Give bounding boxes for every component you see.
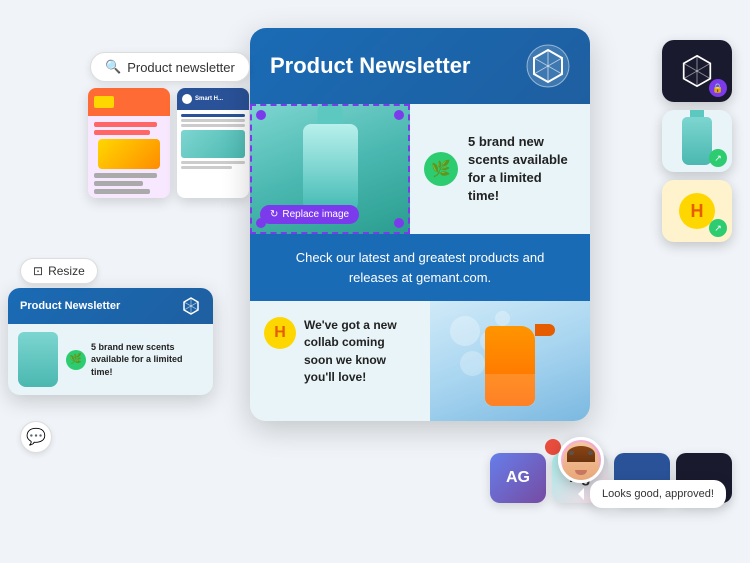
replace-image-button[interactable]: ↻ Replace image: [260, 205, 359, 224]
resize-label: Resize: [48, 264, 85, 278]
section2-copy: Check our latest and greatest products a…: [296, 250, 545, 285]
corner-handle-tl[interactable]: [256, 110, 266, 120]
share-badge: ↗: [709, 149, 727, 167]
search-bar[interactable]: 🔍 Product newsletter: [90, 52, 250, 82]
comment-text: Looks good, approved!: [602, 488, 714, 500]
thumb2-line: [181, 119, 245, 122]
thumb1-line: [94, 189, 150, 194]
main-section-3: H We've got a new collab coming soon we …: [250, 301, 590, 421]
avatar-eye-left: [569, 451, 574, 455]
spray-bottle-wrap: [485, 316, 535, 406]
lock-badge: 🔒: [709, 79, 727, 97]
avatar-face: [563, 442, 599, 480]
resize-button[interactable]: ⊡ Resize: [20, 258, 98, 284]
thumb1-logo: [94, 96, 114, 108]
h-icon: H: [264, 317, 296, 349]
h-share-card[interactable]: H ↗: [662, 180, 732, 242]
thumb2-line: [181, 166, 232, 169]
thumb1-img: [98, 139, 160, 169]
thumb1-line: [94, 122, 157, 127]
corner-handle-tr[interactable]: [394, 110, 404, 120]
section3-copy: We've got a new collab coming soon we kn…: [304, 317, 416, 387]
template-thumb-2[interactable]: Smart H...: [177, 88, 249, 198]
comment-icon: 💬: [26, 427, 46, 447]
mini-card-header: Product Newsletter: [8, 288, 213, 324]
product-image[interactable]: ↻ Replace image: [250, 104, 410, 234]
mini-card-body: 🌿 5 brand new scents available for a lim…: [8, 324, 213, 395]
thumb1-line: [94, 130, 150, 135]
main-card-logo: [526, 44, 570, 88]
mini-card-logo: [181, 296, 201, 316]
main-newsletter-card: Product Newsletter ↻: [250, 28, 590, 421]
thumb2-title: Smart H...: [195, 96, 223, 102]
thumb2-line: [181, 161, 245, 164]
gem-lock-card[interactable]: 🔒: [662, 40, 732, 102]
thumb1-line: [94, 181, 143, 186]
bubble: [460, 351, 485, 376]
main-card-header: Product Newsletter: [250, 28, 590, 104]
mini-bottle: [18, 332, 58, 387]
right-panel: 🔒 ↗ H ↗: [662, 40, 732, 242]
thumb1-line: [94, 173, 157, 178]
ag1-card[interactable]: AG: [490, 453, 546, 503]
bottle-liquid: [485, 374, 535, 406]
bottle-share-card[interactable]: ↗: [662, 110, 732, 172]
replace-label: Replace image: [282, 209, 349, 220]
comment-bubble: Looks good, approved!: [590, 480, 726, 508]
section1-copy: 5 brand new scents available for a limit…: [468, 133, 576, 206]
bottle-shape: [303, 124, 358, 214]
replace-icon: ↻: [270, 209, 278, 220]
spray-image: [430, 301, 590, 421]
section1-text-area: 🌿 5 brand new scents available for a lim…: [410, 104, 590, 234]
section3-text-area: H We've got a new collab coming soon we …: [250, 301, 430, 421]
mini-text: 🌿 5 brand new scents available for a lim…: [66, 341, 203, 379]
corner-handle-br[interactable]: [394, 218, 404, 228]
spray-nozzle: [535, 324, 555, 336]
spray-bottle: [485, 326, 535, 406]
mini-scent-icon: 🌿: [66, 350, 86, 370]
main-card-title: Product Newsletter: [270, 53, 471, 79]
search-icon: 🔍: [105, 59, 121, 75]
comment-icon-button[interactable]: 💬: [20, 421, 52, 453]
thumb2-line: [181, 124, 245, 127]
thumb2-line: [181, 114, 245, 117]
share-badge-2: ↗: [709, 219, 727, 237]
scent-icon: 🌿: [424, 152, 458, 186]
user-avatar: [558, 437, 604, 483]
mini-preview-card[interactable]: Product Newsletter 🌿 5 brand new scents …: [8, 288, 213, 395]
resize-icon: ⊡: [33, 264, 43, 278]
bubble: [450, 316, 480, 346]
mini-card-title: Product Newsletter: [20, 300, 120, 312]
template-thumb-1[interactable]: [88, 88, 170, 198]
avatar-eye-right: [588, 451, 593, 455]
mini-copy: 5 brand new scents available for a limit…: [91, 341, 203, 379]
search-value: Product newsletter: [127, 60, 235, 75]
main-section-2: Check our latest and greatest products a…: [250, 234, 590, 301]
ag1-label: AG: [506, 469, 530, 487]
thumb2-img: [181, 130, 245, 158]
bottle-cap: [318, 106, 343, 124]
avatar-mouth: [575, 470, 587, 475]
main-section-1: ↻ Replace image 🌿 5 brand new scents ava…: [250, 104, 590, 234]
thumb2-icon: [182, 94, 192, 104]
